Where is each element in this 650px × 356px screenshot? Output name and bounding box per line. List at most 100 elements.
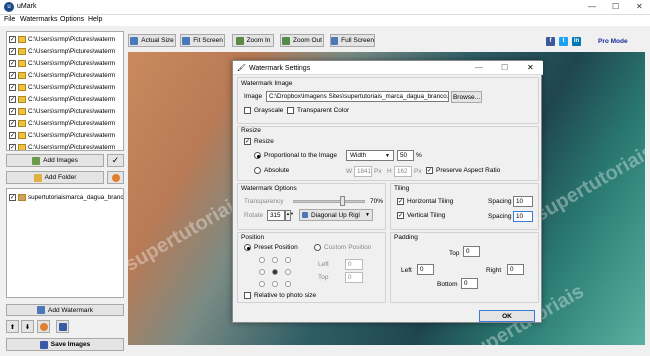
proportional-radio[interactable]: [254, 152, 261, 159]
move-down-button[interactable]: ⬇: [21, 320, 34, 333]
padding-bottom-field[interactable]: 0: [461, 278, 478, 289]
resize-option[interactable]: Resize: [244, 138, 274, 145]
preset-position-option[interactable]: Preset Position: [244, 244, 298, 251]
resize-checkbox[interactable]: [244, 138, 251, 145]
checkbox[interactable]: [9, 48, 16, 55]
percent-field[interactable]: 50: [397, 150, 414, 161]
horizontal-spacing-field[interactable]: 10: [513, 196, 533, 207]
checkbox[interactable]: [9, 144, 16, 150]
transparent-color-option[interactable]: Transparent Color: [287, 107, 349, 114]
image-path-field[interactable]: C:\Dropbox\Imagens Sites\supertutoriais_…: [266, 91, 449, 102]
vertical-tiling-checkbox[interactable]: [397, 212, 404, 219]
position-center[interactable]: [272, 269, 278, 275]
list-item[interactable]: C:\Users\srmp\Pictures\waterm: [9, 58, 115, 69]
linkedin-icon[interactable]: in: [572, 37, 581, 46]
menu-help[interactable]: Help: [88, 16, 102, 23]
facebook-icon[interactable]: f: [546, 37, 555, 46]
position-top-left[interactable]: [259, 257, 265, 263]
position-bottom-left[interactable]: [259, 281, 265, 287]
horizontal-tiling-option[interactable]: Horizontal Tiling: [397, 198, 453, 205]
checkbox[interactable]: [9, 132, 16, 139]
list-item[interactable]: C:\Users\srmp\Pictures\waterm: [9, 142, 115, 150]
checkbox[interactable]: [9, 194, 16, 201]
maximize-button[interactable]: ☐: [612, 2, 619, 11]
checkbox[interactable]: [9, 120, 16, 127]
preserve-aspect-option[interactable]: Preserve Aspect Ratio: [426, 167, 500, 174]
absolute-radio[interactable]: [254, 167, 261, 174]
top-position-field[interactable]: 0: [345, 272, 363, 283]
add-folder-button[interactable]: Add Folder: [6, 171, 104, 184]
menu-options[interactable]: Options: [60, 16, 84, 23]
padding-left-field[interactable]: 0: [417, 264, 434, 275]
checkbox[interactable]: [9, 36, 16, 43]
left-position-field[interactable]: 0: [345, 259, 363, 270]
rotate-field[interactable]: 315: [267, 210, 285, 221]
relative-size-option[interactable]: Relative to photo size: [244, 292, 316, 299]
list-item[interactable]: C:\Users\srmp\Pictures\waterm: [9, 34, 115, 45]
list-item[interactable]: C:\Users\srmp\Pictures\waterm: [9, 118, 115, 129]
list-item[interactable]: supertutoriaismarca_dagua_branc: [9, 192, 124, 203]
move-up-button[interactable]: ⬆: [6, 320, 19, 333]
grayscale-option[interactable]: Grayscale: [244, 107, 283, 114]
clear-list-button[interactable]: [107, 171, 124, 184]
browse-button[interactable]: Browse...: [451, 91, 482, 103]
full-screen-button[interactable]: Full Screen: [330, 34, 375, 47]
rotate-spinner[interactable]: ▲▼: [285, 210, 294, 221]
dialog-close-button[interactable]: ✕: [527, 63, 534, 72]
add-watermark-button[interactable]: Add Watermark: [6, 304, 124, 316]
checkbox[interactable]: [9, 84, 16, 91]
add-images-button[interactable]: Add Images: [6, 154, 104, 167]
width-field[interactable]: 1841: [354, 166, 372, 177]
transparent-color-checkbox[interactable]: [287, 107, 294, 114]
transparency-slider-thumb[interactable]: [339, 196, 345, 206]
close-button[interactable]: ✕: [636, 2, 643, 11]
check-all-button[interactable]: ✓: [107, 154, 124, 167]
actual-size-button[interactable]: Actual Size: [128, 34, 176, 47]
position-middle-right[interactable]: [285, 269, 291, 275]
list-item[interactable]: C:\Users\srmp\Pictures\waterm: [9, 106, 115, 117]
menu-watermarks[interactable]: Watermarks: [20, 16, 57, 23]
dialog-maximize-button[interactable]: ☐: [501, 63, 508, 72]
position-middle-left[interactable]: [259, 269, 265, 275]
position-bottom-right[interactable]: [285, 281, 291, 287]
custom-position-radio[interactable]: [314, 244, 321, 251]
save-watermark-button[interactable]: [56, 320, 69, 333]
zoom-out-button[interactable]: Zoom Out: [280, 34, 324, 47]
absolute-option[interactable]: Absolute: [254, 167, 289, 174]
dialog-minimize-button[interactable]: —: [475, 63, 483, 72]
position-bottom-center[interactable]: [272, 281, 278, 287]
dimension-select[interactable]: Width ▼: [346, 150, 394, 161]
list-item[interactable]: C:\Users\srmp\Pictures\waterm: [9, 130, 115, 141]
remove-watermark-button[interactable]: [37, 320, 50, 333]
checkbox[interactable]: [9, 72, 16, 79]
fit-screen-button[interactable]: Fit Screen: [180, 34, 225, 47]
preserve-aspect-checkbox[interactable]: [426, 167, 433, 174]
position-top-center[interactable]: [272, 257, 278, 263]
proportional-option[interactable]: Proportional to the Image: [254, 152, 337, 159]
list-item[interactable]: C:\Users\srmp\Pictures\waterm: [9, 70, 115, 81]
height-field[interactable]: 162: [394, 166, 412, 177]
rotate-preset-button[interactable]: Diagonal Up Rigl ▼: [299, 209, 373, 221]
transparency-slider-track[interactable]: [293, 200, 365, 203]
checkbox[interactable]: [9, 108, 16, 115]
zoom-in-button[interactable]: Zoom In: [232, 34, 274, 47]
pro-mode-link[interactable]: Pro Mode: [598, 38, 628, 45]
save-images-button[interactable]: Save Images: [6, 338, 124, 351]
relative-size-checkbox[interactable]: [244, 292, 251, 299]
list-item[interactable]: C:\Users\srmp\Pictures\waterm: [9, 82, 115, 93]
list-item[interactable]: C:\Users\srmp\Pictures\waterm: [9, 94, 115, 105]
position-top-right[interactable]: [285, 257, 291, 263]
checkbox[interactable]: [9, 60, 16, 67]
padding-right-field[interactable]: 0: [507, 264, 524, 275]
ok-button[interactable]: OK: [479, 310, 535, 322]
vertical-tiling-option[interactable]: Vertical Tiling: [397, 212, 445, 219]
minimize-button[interactable]: —: [588, 2, 596, 11]
preset-position-radio[interactable]: [244, 244, 251, 251]
checkbox[interactable]: [9, 96, 16, 103]
vertical-spacing-field[interactable]: 10: [513, 211, 533, 222]
list-item[interactable]: C:\Users\srmp\Pictures\waterm: [9, 46, 115, 57]
twitter-icon[interactable]: t: [559, 37, 568, 46]
horizontal-tiling-checkbox[interactable]: [397, 198, 404, 205]
custom-position-option[interactable]: Custom Position: [314, 244, 371, 251]
image-file-list[interactable]: C:\Users\srmp\Pictures\waterm C:\Users\s…: [6, 31, 124, 151]
